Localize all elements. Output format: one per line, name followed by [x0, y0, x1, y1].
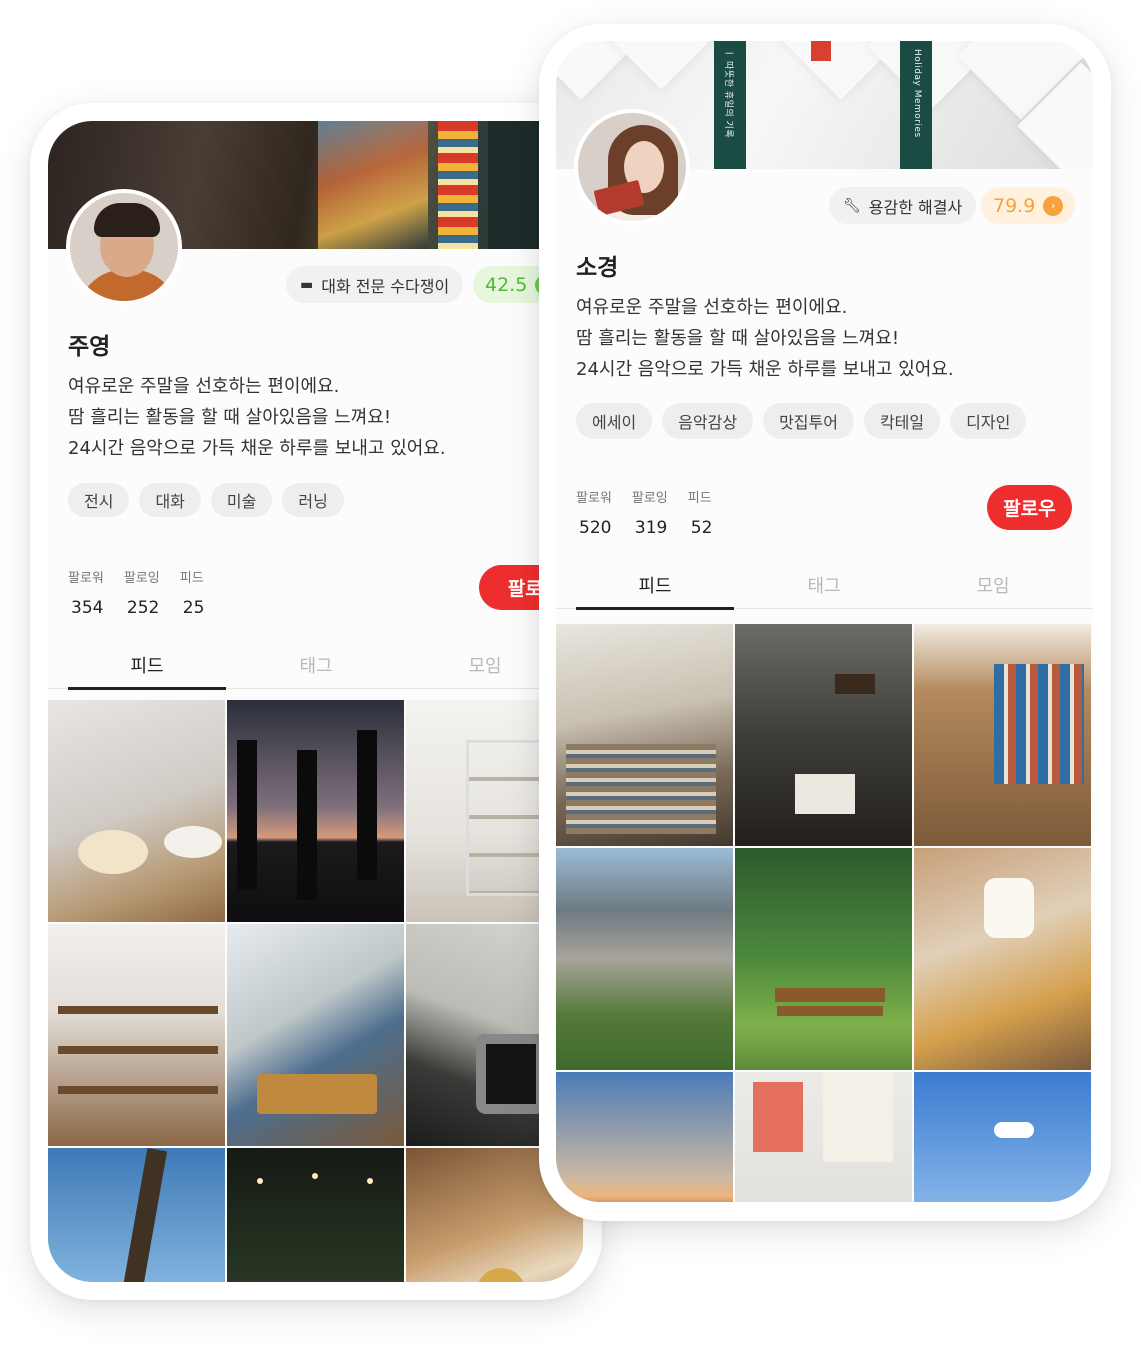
bio-line: 24시간 음악으로 가득 채운 하루를 보내고 있어요.	[576, 359, 954, 380]
feed-photo[interactable]	[735, 624, 912, 846]
profile-screen-juyoung: ▬ 대화 전문 수다쟁이 42.5 › 주영 여유로운 주말을 선호하는 편이에…	[48, 121, 584, 1282]
chat-bubble-icon: ▬	[300, 276, 314, 293]
tag-chip[interactable]: 전시	[68, 483, 130, 517]
tab-feed[interactable]: 피드	[576, 561, 734, 610]
tag-chip[interactable]: 미술	[210, 483, 273, 517]
score-value: 79.9	[993, 194, 1036, 217]
tag-chip[interactable]: 음악감상	[662, 403, 754, 439]
bio-line: 24시간 음악으로 가득 채운 하루를 보내고 있어요.	[68, 438, 446, 459]
profile-screen-sokyung: ㅣ 따뜻한 휴일의 기록 Holiday Memories 🔧︎ 용감한 해결사…	[556, 41, 1093, 1202]
profile-tabs: 피드 태그 모임	[556, 561, 1093, 610]
feed-photo[interactable]	[914, 1072, 1091, 1202]
feed-photo[interactable]	[48, 924, 225, 1146]
profile-bio: 여유로운 주말을 선호하는 편이에요. 땀 흘리는 활동을 할 때 살아있음을 …	[68, 371, 446, 464]
feed-photo[interactable]	[556, 624, 733, 846]
avatar[interactable]	[574, 109, 690, 225]
stat-following[interactable]: 팔로잉 252	[124, 567, 160, 618]
title-badge[interactable]: 🔧︎ 용감한 해결사	[829, 187, 977, 224]
feed-photo[interactable]	[227, 924, 404, 1146]
book-spine: Holiday Memories	[900, 41, 932, 169]
title-badge-label: 용감한 해결사	[868, 197, 963, 217]
feed-grid	[48, 700, 583, 1282]
stat-label: 팔로워	[68, 571, 104, 586]
stat-feeds[interactable]: 피드 52	[688, 487, 713, 538]
stat-value: 25	[182, 598, 205, 618]
stat-label: 피드	[687, 491, 712, 506]
tag-chip[interactable]: 맛집투어	[763, 403, 854, 439]
follow-button[interactable]: 팔로우	[987, 485, 1072, 530]
feed-photo[interactable]	[556, 1072, 733, 1202]
tag-chip[interactable]: 대화	[139, 483, 201, 517]
stat-followers[interactable]: 팔로워 354	[68, 567, 104, 618]
score-value: 42.5	[485, 273, 528, 296]
profile-tabs: 피드 태그 모임	[48, 641, 584, 690]
interest-tags: 전시 대화 미술 러닝	[68, 483, 344, 517]
tag-chip[interactable]: 에세이	[576, 403, 653, 439]
book-spine-text: ㅣ 따뜻한 휴일의 기록	[723, 49, 733, 139]
bio-line: 여유로운 주말을 선호하는 편이에요.	[68, 376, 340, 397]
feed-photo[interactable]	[48, 1148, 225, 1282]
interest-tags: 에세이 음악감상 맛집투어 칵테일 디자인	[576, 403, 1027, 439]
stat-value: 52	[690, 518, 713, 538]
profile-stats: 팔로워 520 팔로잉 319 피드 52	[576, 487, 712, 538]
profile-name: 소경	[576, 255, 619, 281]
feed-photo[interactable]	[556, 848, 733, 1070]
stat-following[interactable]: 팔로잉 319	[632, 487, 668, 538]
stat-label: 피드	[179, 571, 204, 586]
feed-photo[interactable]	[735, 1072, 912, 1202]
stat-label: 팔로워	[576, 491, 612, 506]
bio-line: 땀 흘리는 활동을 할 때 살아있음을 느껴요!	[68, 407, 392, 428]
feed-photo[interactable]	[48, 700, 225, 922]
bio-line: 땀 흘리는 활동을 할 때 살아있음을 느껴요!	[576, 328, 900, 349]
phone-frame-juyoung: ▬ 대화 전문 수다쟁이 42.5 › 주영 여유로운 주말을 선호하는 편이에…	[30, 103, 602, 1300]
stat-followers[interactable]: 팔로워 520	[576, 487, 612, 538]
title-badge-label: 대화 전문 수다쟁이	[321, 276, 450, 296]
profile-bio: 여유로운 주말을 선호하는 편이에요. 땀 흘리는 활동을 할 때 살아있음을 …	[576, 292, 954, 385]
tab-tags[interactable]: 태그	[745, 561, 903, 609]
tab-feed[interactable]: 피드	[68, 641, 226, 690]
stat-value: 520	[579, 518, 612, 538]
score-badge[interactable]: 79.9 ›	[981, 187, 1076, 224]
feed-photo[interactable]	[914, 624, 1091, 846]
tag-chip[interactable]: 칵테일	[863, 403, 941, 439]
wrench-icon: 🔧︎	[843, 197, 861, 214]
feed-photo[interactable]	[735, 848, 912, 1070]
feed-photo[interactable]	[227, 700, 404, 922]
stat-label: 팔로잉	[631, 491, 668, 506]
stat-feeds[interactable]: 피드 25	[180, 567, 205, 618]
stat-value: 354	[71, 598, 104, 618]
avatar[interactable]	[66, 189, 182, 305]
feed-grid	[556, 624, 1091, 1202]
profile-stats: 팔로워 354 팔로잉 252 피드 25	[68, 567, 204, 618]
book-spine: ㅣ 따뜻한 휴일의 기록	[714, 41, 746, 169]
phone-frame-sokyung: ㅣ 따뜻한 휴일의 기록 Holiday Memories 🔧︎ 용감한 해결사…	[539, 24, 1111, 1221]
tab-meetings[interactable]: 모임	[914, 561, 1072, 609]
stat-value: 319	[634, 518, 668, 538]
feed-photo[interactable]	[914, 848, 1091, 1070]
tag-chip[interactable]: 러닝	[282, 483, 344, 517]
stat-value: 252	[126, 598, 160, 618]
profile-name: 주영	[68, 334, 111, 360]
title-badge[interactable]: ▬ 대화 전문 수다쟁이	[286, 266, 464, 303]
tab-tags[interactable]: 태그	[237, 641, 395, 689]
feed-photo[interactable]	[227, 1148, 404, 1282]
book-spine-text: Holiday Memories	[912, 49, 922, 138]
tag-chip[interactable]: 디자인	[950, 403, 1027, 439]
bio-line: 여유로운 주말을 선호하는 편이에요.	[576, 297, 848, 318]
chevron-right-icon: ›	[1043, 195, 1064, 216]
stat-label: 팔로잉	[123, 571, 160, 586]
